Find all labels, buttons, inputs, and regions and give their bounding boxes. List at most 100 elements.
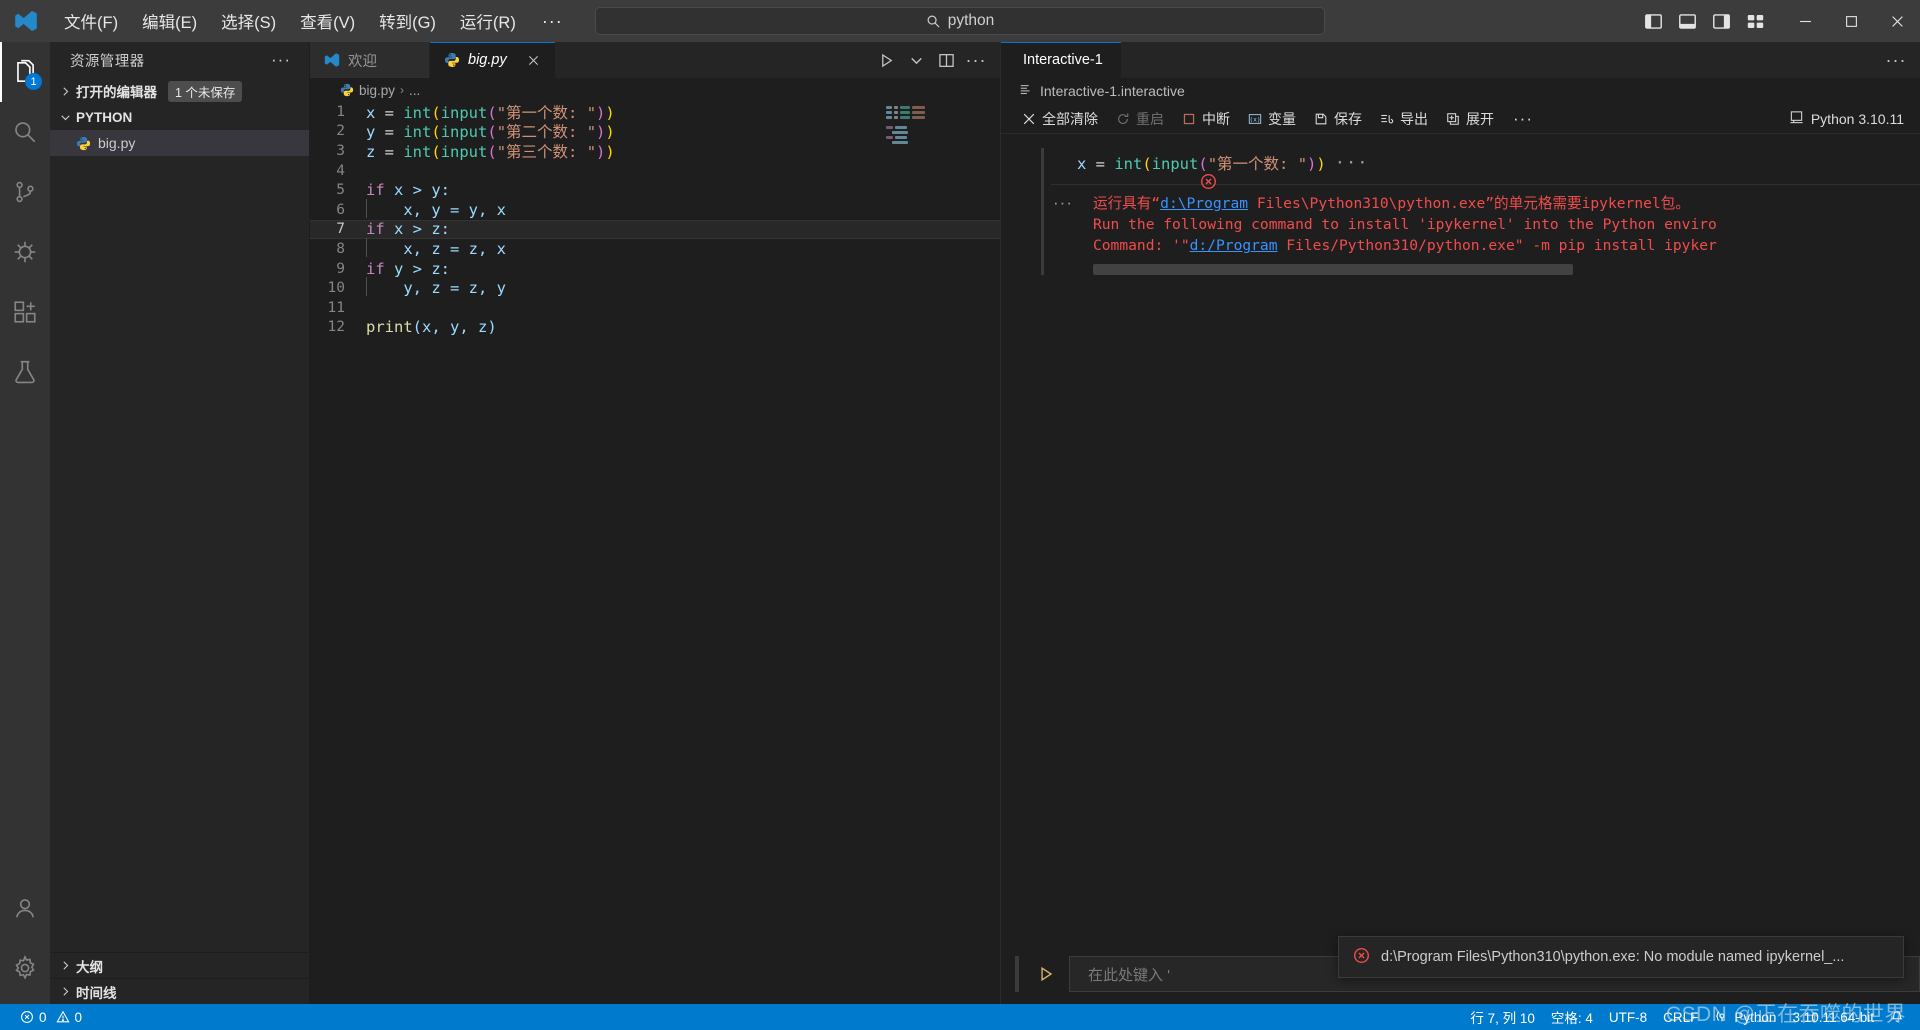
- interactive-breadcrumb-label[interactable]: Interactive-1.interactive: [1040, 83, 1185, 99]
- interactive-breadcrumb: Interactive-1.interactive: [1001, 78, 1920, 104]
- menu-view[interactable]: 查看(V): [288, 0, 367, 42]
- outline-label: 大纲: [76, 959, 103, 975]
- error-output: 运行具有“d:\Program Files\Python310\python.e…: [1092, 193, 1920, 276]
- restart-button[interactable]: 重启: [1107, 106, 1173, 132]
- code-token-fn: int: [403, 103, 432, 122]
- line-content: print(x, y, z): [366, 318, 497, 336]
- code-token-str: "第三个数: ": [496, 142, 597, 161]
- activitybar-item-settings[interactable]: [0, 938, 50, 998]
- menu-edit[interactable]: 编辑(E): [130, 0, 209, 42]
- cell-code-ellipsis[interactable]: ···: [1335, 153, 1369, 173]
- status-eol[interactable]: CRLF: [1655, 1004, 1706, 1030]
- interrupt-button[interactable]: 中断: [1173, 106, 1239, 132]
- sidebar-section-python-folder[interactable]: PYTHON: [50, 104, 309, 130]
- menu-file[interactable]: 文件(F): [52, 0, 130, 42]
- editor-more-actions-button[interactable]: ···: [962, 42, 990, 78]
- line-number: 8: [336, 240, 345, 257]
- status-interpreter[interactable]: 3.10.11 64-bit: [1784, 1004, 1882, 1030]
- notebook-body: x = int(input("第一个数: ")) ··· ··· 运行具有“d:…: [1001, 134, 1920, 1004]
- status-notifications[interactable]: [1882, 1004, 1912, 1030]
- save-button[interactable]: 保存: [1305, 106, 1371, 132]
- maximize-button[interactable]: [1828, 0, 1874, 42]
- line-number: 12: [327, 319, 345, 336]
- run-options-dropdown[interactable]: [902, 42, 930, 78]
- error-path-link[interactable]: d:\Program: [1160, 195, 1248, 212]
- kernel-label: Python 3.10.11: [1810, 110, 1904, 127]
- run-python-file-button[interactable]: [872, 42, 900, 78]
- menu-selection[interactable]: 选择(S): [209, 0, 288, 42]
- interactive-tab[interactable]: Interactive-1: [1001, 42, 1122, 78]
- activitybar-item-search[interactable]: [0, 102, 50, 162]
- editor-tab-welcome[interactable]: 欢迎: [310, 42, 430, 78]
- sidebar-section-timeline[interactable]: 时间线: [50, 978, 309, 1004]
- code-token-fn: int: [403, 123, 432, 142]
- indent-guide: [366, 237, 367, 257]
- customize-layout-icon[interactable]: [1738, 0, 1772, 42]
- code-token-args: (x, y, z): [412, 318, 497, 337]
- error-command-link[interactable]: d:/Program: [1190, 237, 1278, 254]
- toggle-primary-sidebar-icon[interactable]: [1636, 0, 1670, 42]
- status-bar-right: 行 7, 列 10 空格: 4 UTF-8 CRLF Python 3.10.1…: [1462, 1004, 1920, 1030]
- status-indentation[interactable]: 空格: 4: [1543, 1004, 1601, 1030]
- activitybar-item-extensions[interactable]: [0, 282, 50, 342]
- breadcrumb-separator: ›: [400, 83, 405, 97]
- activitybar-item-source-control[interactable]: [0, 162, 50, 222]
- interactive-more-actions-button[interactable]: ···: [1882, 42, 1910, 78]
- code-editor[interactable]: 1 x = int(input("第一个数: ")) 2 y = int(inp…: [310, 102, 1000, 1004]
- warning-triangle-icon: [55, 1010, 70, 1023]
- notebook-more-actions-button[interactable]: ···: [1503, 109, 1543, 129]
- file-tree-item-label: big.py: [98, 135, 136, 151]
- activitybar-item-accounts[interactable]: [0, 878, 50, 938]
- expand-button[interactable]: 展开: [1437, 106, 1503, 132]
- notification-toast[interactable]: d:\Program Files\Python310\python.exe: N…: [1338, 936, 1904, 978]
- explorer-sidebar: 资源管理器 ··· 打开的编辑器 1 个未保存 PYTHON big.py 大纲…: [50, 42, 310, 1004]
- clear-all-button[interactable]: 全部清除: [1013, 106, 1107, 132]
- variables-button[interactable]: (x) 变量: [1239, 106, 1305, 132]
- code-token-op: =: [375, 123, 404, 142]
- status-encoding[interactable]: UTF-8: [1601, 1004, 1655, 1030]
- toggle-panel-icon[interactable]: [1670, 0, 1704, 42]
- interrupt-label: 中断: [1202, 110, 1230, 127]
- status-cursor-position[interactable]: 行 7, 列 10: [1462, 1004, 1543, 1030]
- toggle-secondary-sidebar-icon[interactable]: [1704, 0, 1738, 42]
- menu-run[interactable]: 运行(R): [448, 0, 528, 42]
- command-center-search[interactable]: python: [595, 7, 1325, 35]
- line-number: 11: [327, 299, 345, 316]
- close-icon[interactable]: [525, 51, 543, 69]
- minimize-button[interactable]: [1782, 0, 1828, 42]
- status-language-mode[interactable]: Python: [1706, 1004, 1784, 1030]
- activitybar-item-explorer[interactable]: 1: [0, 42, 50, 102]
- python-file-icon: [76, 136, 91, 151]
- play-icon[interactable]: [1033, 965, 1059, 983]
- split-editor-icon[interactable]: [932, 42, 960, 78]
- menu-go[interactable]: 转到(G): [367, 0, 448, 42]
- sidebar-more-actions-button[interactable]: ···: [271, 50, 297, 70]
- menu-more-button[interactable]: ···: [528, 0, 577, 42]
- output-more-button[interactable]: ···: [1051, 193, 1073, 275]
- line-number: 9: [336, 260, 345, 277]
- code-token-text: x, y = y, x: [366, 200, 506, 219]
- breadcrumb-rest[interactable]: ...: [409, 83, 420, 98]
- status-problems[interactable]: 0 0: [12, 1004, 90, 1030]
- output-horizontal-scrollbar[interactable]: [1092, 264, 1573, 276]
- sidebar-title-label: 资源管理器: [70, 53, 145, 70]
- code-line: 12 print(x, y, z): [310, 318, 1000, 338]
- file-tree-item-big-py[interactable]: big.py: [50, 130, 309, 156]
- code-token-kw: if: [366, 220, 385, 239]
- code-line: 4: [310, 161, 1000, 181]
- svg-text:(x): (x): [1249, 116, 1260, 123]
- breadcrumb-file[interactable]: big.py: [359, 83, 395, 98]
- chevron-right-icon: [56, 986, 74, 997]
- variables-label: 变量: [1268, 110, 1296, 127]
- line-content: if x > y:: [366, 181, 450, 199]
- close-button[interactable]: [1874, 0, 1920, 42]
- activitybar-item-run-debug[interactable]: [0, 222, 50, 282]
- cell-code-row[interactable]: x = int(input("第一个数: ")) ···: [1051, 148, 1920, 189]
- kernel-selector[interactable]: Python 3.10.11: [1789, 110, 1920, 128]
- activitybar-item-testing[interactable]: [0, 342, 50, 402]
- sidebar-section-outline[interactable]: 大纲: [50, 952, 309, 978]
- sidebar-section-open-editors[interactable]: 打开的编辑器 1 个未保存: [50, 78, 309, 104]
- editor-tab-big-py[interactable]: big.py: [430, 42, 556, 78]
- export-button[interactable]: 导出: [1371, 106, 1437, 132]
- search-input[interactable]: python: [948, 12, 995, 30]
